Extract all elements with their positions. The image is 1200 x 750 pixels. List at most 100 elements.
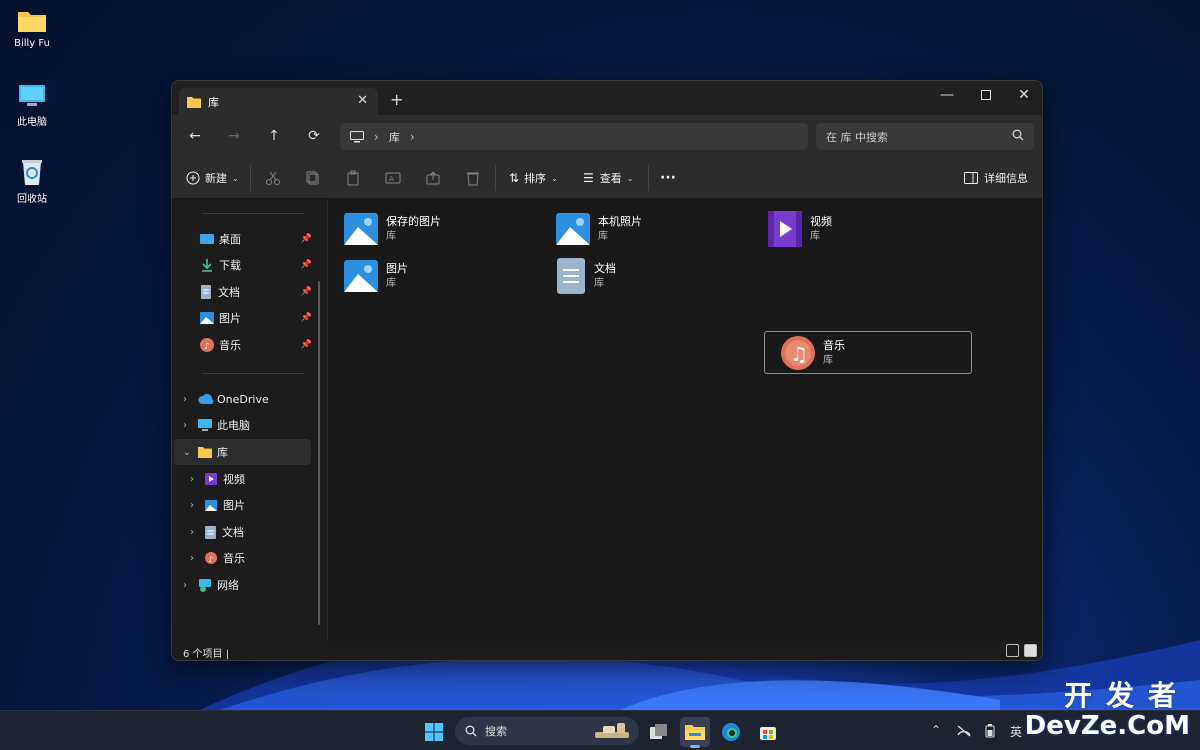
sidebar-item-videos[interactable]: › 视频 — [172, 466, 312, 492]
up-button[interactable]: ↑ — [263, 125, 285, 147]
chevron-right-icon[interactable]: › — [187, 474, 197, 485]
pin-icon[interactable]: 📌 — [301, 260, 312, 270]
more-options-button[interactable]: ··· — [660, 168, 676, 188]
item-type: 库 — [823, 354, 833, 366]
navigation-bar: ← → ↑ ⟳ › 库 › 在 库 中搜索 — [172, 115, 1042, 157]
folder-icon — [187, 96, 201, 108]
address-bar[interactable]: › 库 › — [340, 123, 808, 150]
sort-button[interactable]: ⇅ 排序 ⌄ — [509, 168, 558, 188]
chevron-right-icon[interactable]: › — [187, 527, 197, 538]
network-offline-icon[interactable] — [956, 725, 972, 737]
sidebar-item-documents[interactable]: 文档 📌 — [172, 279, 312, 305]
battery-icon[interactable] — [985, 724, 995, 738]
divider — [250, 165, 251, 191]
watermark-en: DevZe.CoM — [1024, 711, 1190, 741]
sidebar-item-libraries[interactable]: ⌄ 库 — [174, 439, 311, 465]
network-icon — [199, 578, 211, 592]
rename-icon[interactable]: A — [385, 170, 401, 186]
sidebar-item-music-library[interactable]: › ♪ 音乐 — [172, 545, 312, 571]
chevron-down-icon[interactable]: ⌄ — [182, 447, 192, 458]
taskbar-search-label: 搜索 — [485, 725, 507, 738]
music-icon: ♪ — [200, 338, 214, 352]
sidebar-item-downloads[interactable]: 下载 📌 — [172, 252, 312, 278]
details-button[interactable]: 详细信息 — [964, 168, 1028, 188]
desktop-icon-this-pc[interactable]: 此电脑 — [1, 83, 63, 128]
copy-icon[interactable] — [305, 170, 321, 186]
desktop-icon-recycle-bin[interactable]: 回收站 — [1, 158, 63, 205]
refresh-button[interactable]: ⟳ — [303, 125, 325, 147]
chevron-right-icon[interactable]: › — [180, 394, 190, 405]
library-item-camera-roll[interactable]: 本机照片库 — [540, 207, 748, 250]
sidebar-item-this-pc[interactable]: › 此电脑 — [172, 412, 312, 438]
library-item-music[interactable]: ♫ 音乐库 — [764, 331, 972, 374]
forward-button[interactable]: → — [223, 125, 245, 147]
search-input[interactable]: 在 库 中搜索 — [816, 123, 1034, 150]
tab-library[interactable]: 库 ✕ — [179, 88, 378, 115]
pin-icon[interactable]: 📌 — [301, 313, 312, 323]
cut-icon[interactable] — [265, 170, 281, 186]
maximize-button[interactable] — [967, 84, 1005, 106]
file-explorer-taskbar-button[interactable] — [680, 717, 710, 748]
document-icon — [201, 285, 211, 299]
edge-taskbar-button[interactable] — [716, 717, 746, 747]
input-method-indicator[interactable]: 英 — [1010, 723, 1022, 740]
chevron-right-icon[interactable]: › — [180, 580, 190, 591]
sidebar-item-label: 网络 — [217, 579, 239, 592]
sidebar-item-onedrive[interactable]: › OneDrive — [172, 386, 312, 412]
desktop-icon-user-folder[interactable]: Billy Fu — [1, 8, 63, 49]
sidebar-item-desktop[interactable]: 桌面 📌 — [172, 226, 312, 252]
svg-text:A: A — [389, 175, 394, 183]
library-item-saved-pictures[interactable]: 保存的图片库 — [328, 207, 536, 250]
new-tab-button[interactable]: + — [390, 90, 403, 109]
windows-logo-icon — [425, 723, 443, 741]
view-button[interactable]: ☰ 查看 ⌄ — [583, 168, 633, 188]
back-button[interactable]: ← — [184, 125, 206, 147]
chevron-right-icon[interactable]: › — [187, 553, 197, 564]
sidebar-item-label: 图片 — [219, 312, 241, 325]
new-label: 新建 — [205, 172, 227, 185]
task-view-button[interactable] — [644, 717, 674, 747]
chevron-right-icon[interactable]: › — [410, 130, 415, 144]
pin-icon[interactable]: 📌 — [301, 287, 312, 297]
share-icon[interactable] — [425, 170, 441, 186]
breadcrumb-library[interactable]: 库 — [389, 129, 400, 145]
library-item-pictures[interactable]: 图片库 — [328, 254, 536, 297]
sidebar-item-pictures[interactable]: 图片 📌 — [172, 305, 312, 331]
chevron-right-icon[interactable]: › — [187, 500, 197, 511]
start-button[interactable] — [419, 717, 449, 747]
sidebar-item-documents-library[interactable]: › 文档 — [172, 519, 312, 545]
sidebar-item-label: OneDrive — [217, 392, 269, 406]
add-circle-icon — [186, 171, 200, 185]
music-icon: ♪ — [205, 552, 217, 564]
desktop-icon-label: 回收站 — [17, 194, 47, 205]
close-window-button[interactable]: ✕ — [1005, 84, 1042, 106]
paste-icon[interactable] — [345, 170, 361, 186]
chevron-right-icon[interactable]: › — [180, 420, 190, 431]
library-item-videos[interactable]: 视频库 — [752, 207, 960, 250]
picture-icon — [344, 212, 378, 245]
store-icon — [760, 727, 776, 740]
store-taskbar-button[interactable] — [753, 717, 783, 747]
pin-icon[interactable]: 📌 — [301, 340, 312, 350]
taskbar-search[interactable]: 搜索 — [455, 717, 639, 745]
file-explorer-icon — [685, 725, 705, 740]
new-button[interactable]: 新建 ⌄ — [186, 168, 239, 188]
tiles-view-icon[interactable] — [1024, 644, 1037, 657]
close-tab-icon[interactable]: ✕ — [357, 93, 368, 108]
sidebar-item-network[interactable]: › 网络 — [172, 572, 312, 598]
pin-icon[interactable]: 📌 — [301, 234, 312, 244]
sidebar-item-music[interactable]: ♪ 音乐 📌 — [172, 332, 312, 358]
sidebar-scrollbar[interactable] — [318, 281, 320, 625]
library-item-documents[interactable]: 文档库 — [540, 254, 748, 297]
sidebar-item-label: 图片 — [223, 499, 245, 512]
desktop-icon-label: 此电脑 — [17, 117, 47, 128]
status-bar: 6 个项目 | — [172, 641, 1042, 660]
sort-label: 排序 — [524, 172, 547, 185]
item-type: 库 — [386, 277, 396, 289]
delete-icon[interactable] — [465, 170, 481, 186]
details-view-icon[interactable] — [1006, 644, 1019, 657]
minimize-button[interactable]: — — [928, 84, 966, 106]
chevron-right-icon[interactable]: › — [374, 130, 379, 144]
show-hidden-icons-button[interactable]: ⌃ — [931, 723, 941, 737]
sidebar-item-pictures-library[interactable]: › 图片 — [172, 492, 312, 518]
